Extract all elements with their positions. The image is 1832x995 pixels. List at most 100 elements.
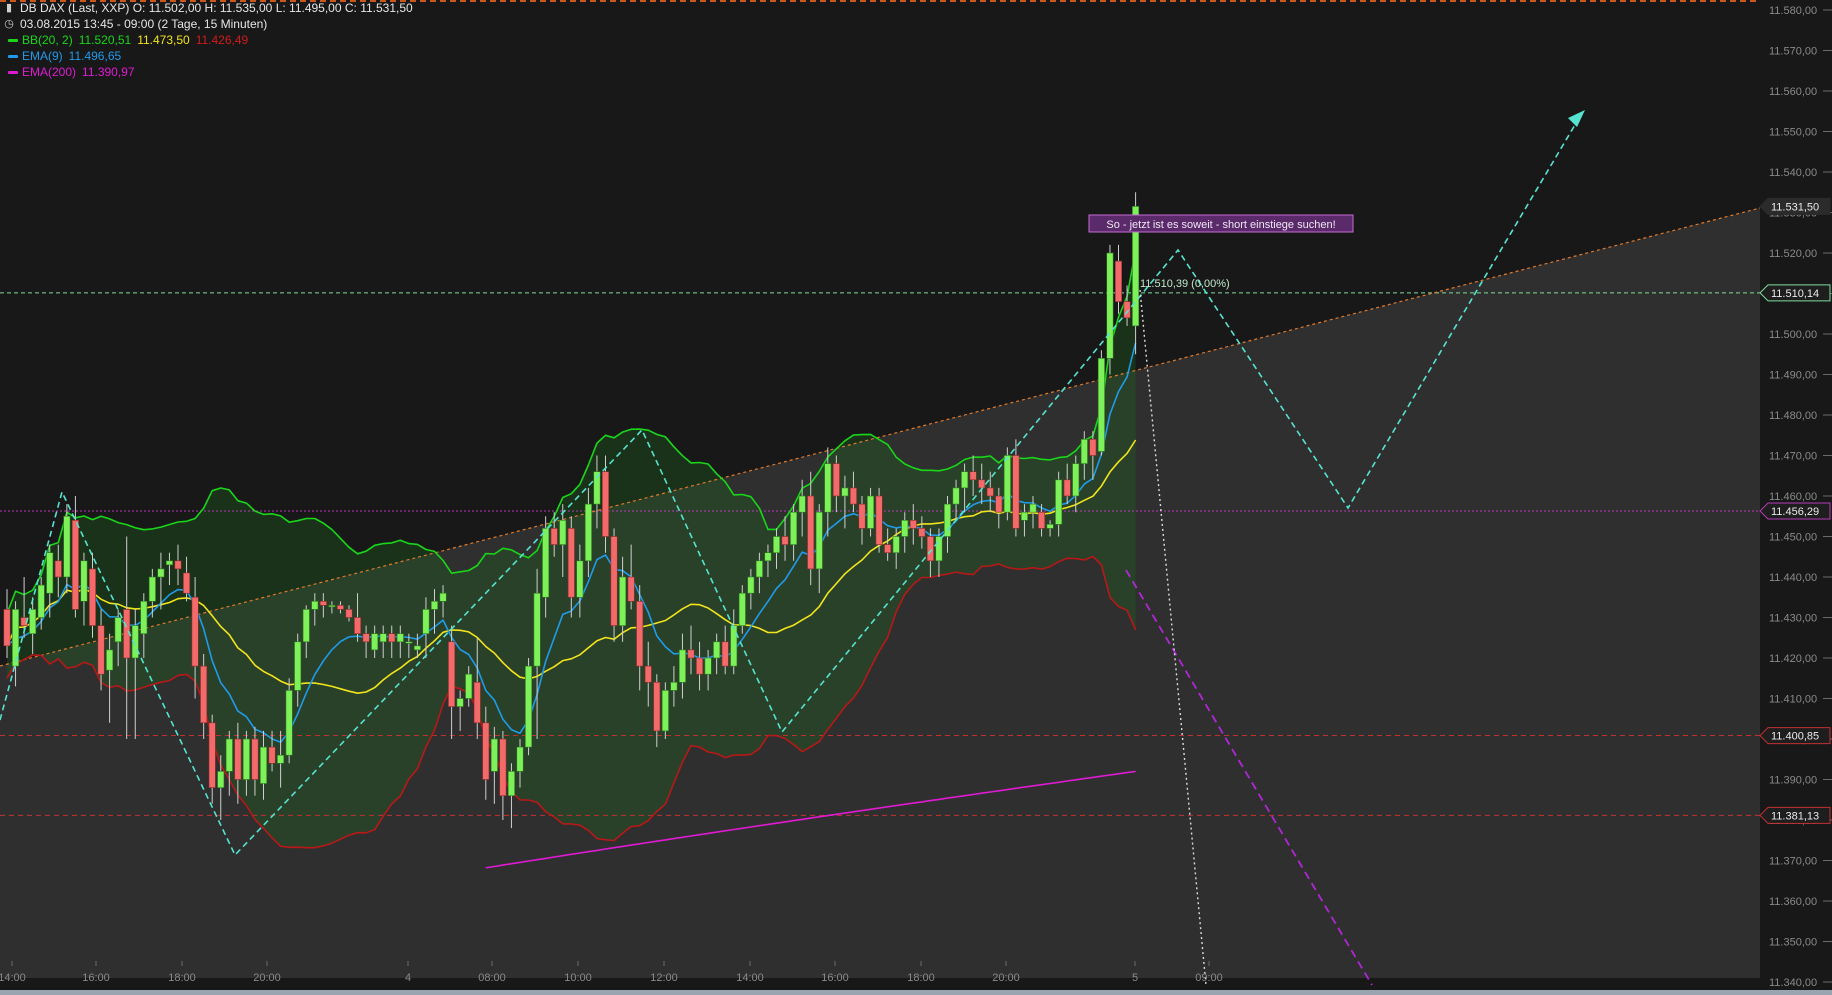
clock-icon: ◷ bbox=[4, 18, 14, 30]
candle-body bbox=[413, 645, 421, 651]
candle-body bbox=[909, 519, 917, 529]
candle-body bbox=[550, 528, 558, 545]
annotation-box: So - jetzt ist es soweit - short einstie… bbox=[1088, 214, 1354, 233]
candle-body bbox=[285, 690, 293, 756]
candle-body bbox=[627, 576, 635, 602]
candle-body bbox=[499, 738, 507, 797]
candle-body bbox=[644, 665, 652, 683]
candle-body bbox=[200, 665, 208, 724]
candle-body bbox=[106, 649, 114, 671]
candle-body bbox=[559, 519, 567, 545]
price-chart[interactable]: So - jetzt ist es soweit - short einstie… bbox=[0, 0, 1832, 995]
legend-bb[interactable]: BB(20, 2) 11.520,51 11.473,50 11.426,49 bbox=[0, 32, 413, 48]
candle-body bbox=[482, 722, 490, 780]
ema200-swatch bbox=[8, 70, 18, 74]
price-tag-label: 11.510,14 bbox=[1771, 288, 1819, 300]
ema9-name: EMA(9) bbox=[22, 49, 63, 63]
candle-body bbox=[259, 746, 267, 784]
symbol-line: DB DAX (Last, XXP) O: 11.502,00 H: 11.53… bbox=[20, 1, 413, 15]
candle-body bbox=[371, 633, 379, 651]
candle-body bbox=[362, 633, 370, 643]
y-tick-label: 11.520,00 bbox=[1769, 248, 1817, 260]
candle-body bbox=[242, 738, 250, 780]
candle-body bbox=[1097, 357, 1105, 452]
level-label-text: 11.510,39 (0,00%) bbox=[1140, 278, 1230, 290]
y-tick-label: 11.390,00 bbox=[1769, 775, 1817, 787]
candle-body bbox=[986, 487, 994, 497]
candle-body bbox=[747, 576, 755, 594]
candle-body bbox=[918, 528, 926, 537]
candle-body bbox=[439, 592, 447, 602]
candle-body bbox=[336, 605, 344, 610]
candle-body bbox=[388, 633, 396, 643]
legend-ema200[interactable]: EMA(200) 11.390,97 bbox=[0, 64, 413, 80]
x-tick-label: 10:00 bbox=[564, 972, 592, 984]
candle-body bbox=[345, 609, 353, 618]
candle-body bbox=[961, 471, 969, 489]
price-tag: 11.531,50 bbox=[1759, 197, 1831, 215]
candle-body bbox=[892, 536, 900, 554]
period-line: 03.08.2015 13:45 - 09:00 (2 Tage, 15 Min… bbox=[20, 17, 268, 31]
candle-body bbox=[465, 673, 473, 699]
ema9-value: 11.496,65 bbox=[68, 49, 122, 63]
candle-body bbox=[790, 511, 798, 545]
x-tick-label: 18:00 bbox=[168, 972, 196, 984]
price-tag-label: 11.400,85 bbox=[1771, 731, 1819, 743]
x-tick-label: 14:00 bbox=[736, 972, 764, 984]
candle-body bbox=[636, 600, 644, 667]
candle-body bbox=[525, 665, 533, 748]
candle-body bbox=[901, 519, 909, 537]
price-tag-label: 11.381,13 bbox=[1771, 810, 1819, 822]
candle-body bbox=[1089, 438, 1097, 456]
candlestick-icon: ▮ bbox=[5, 2, 13, 14]
y-tick-label: 11.570,00 bbox=[1769, 46, 1817, 58]
candle-body bbox=[63, 515, 71, 578]
candle-body bbox=[1055, 479, 1063, 525]
bb-lower: 11.426,49 bbox=[195, 33, 249, 47]
bb-name: BB(20, 2) bbox=[22, 33, 73, 47]
ema9-swatch bbox=[8, 54, 18, 58]
candle-body bbox=[54, 560, 62, 578]
candle-body bbox=[225, 738, 233, 772]
candle-body bbox=[815, 511, 823, 570]
candle-body bbox=[764, 552, 772, 562]
y-tick-label: 11.450,00 bbox=[1769, 532, 1817, 544]
candle-body bbox=[849, 487, 857, 505]
candle-body bbox=[71, 519, 79, 610]
candle-body bbox=[678, 649, 686, 683]
period-row: ◷ 03.08.2015 13:45 - 09:00 (2 Tage, 15 M… bbox=[0, 16, 413, 32]
candle-body bbox=[824, 463, 832, 513]
ema200-name: EMA(200) bbox=[22, 65, 77, 79]
y-tick-label: 11.580,00 bbox=[1769, 5, 1817, 17]
y-tick-label: 11.500,00 bbox=[1769, 329, 1817, 341]
y-tick-label: 11.460,00 bbox=[1769, 491, 1817, 503]
candle-body bbox=[713, 641, 721, 659]
x-tick-label: 14:00 bbox=[0, 972, 26, 984]
annotation-text: So - jetzt ist es soweit - short einstie… bbox=[1106, 219, 1335, 231]
candle-body bbox=[721, 641, 729, 667]
candle-body bbox=[1115, 260, 1123, 302]
candle-body bbox=[217, 771, 225, 788]
candle-body bbox=[841, 487, 849, 497]
candle-body bbox=[294, 641, 302, 691]
y-tick-label: 11.550,00 bbox=[1769, 127, 1817, 139]
candle-body bbox=[952, 487, 960, 505]
x-tick-label: 4 bbox=[405, 972, 411, 984]
legend-ema9[interactable]: EMA(9) 11.496,65 bbox=[0, 48, 413, 64]
candle-body bbox=[29, 609, 37, 635]
candle-body bbox=[696, 657, 704, 675]
y-tick-label: 11.480,00 bbox=[1769, 410, 1817, 422]
candle-body bbox=[653, 681, 661, 732]
candle-body bbox=[995, 495, 1003, 513]
candle-body bbox=[1123, 301, 1131, 319]
candle-body bbox=[1063, 479, 1071, 497]
candle-body bbox=[1038, 511, 1046, 529]
price-tag: 11.510,14 bbox=[1759, 284, 1831, 302]
candle-body bbox=[798, 495, 806, 513]
x-tick-label: 18:00 bbox=[907, 972, 935, 984]
symbol-row: ▮ DB DAX (Last, XXP) O: 11.502,00 H: 11.… bbox=[0, 0, 413, 16]
candle-body bbox=[174, 560, 182, 570]
candle-body bbox=[935, 536, 943, 562]
y-tick-label: 11.440,00 bbox=[1769, 572, 1817, 584]
candle-body bbox=[687, 649, 695, 659]
